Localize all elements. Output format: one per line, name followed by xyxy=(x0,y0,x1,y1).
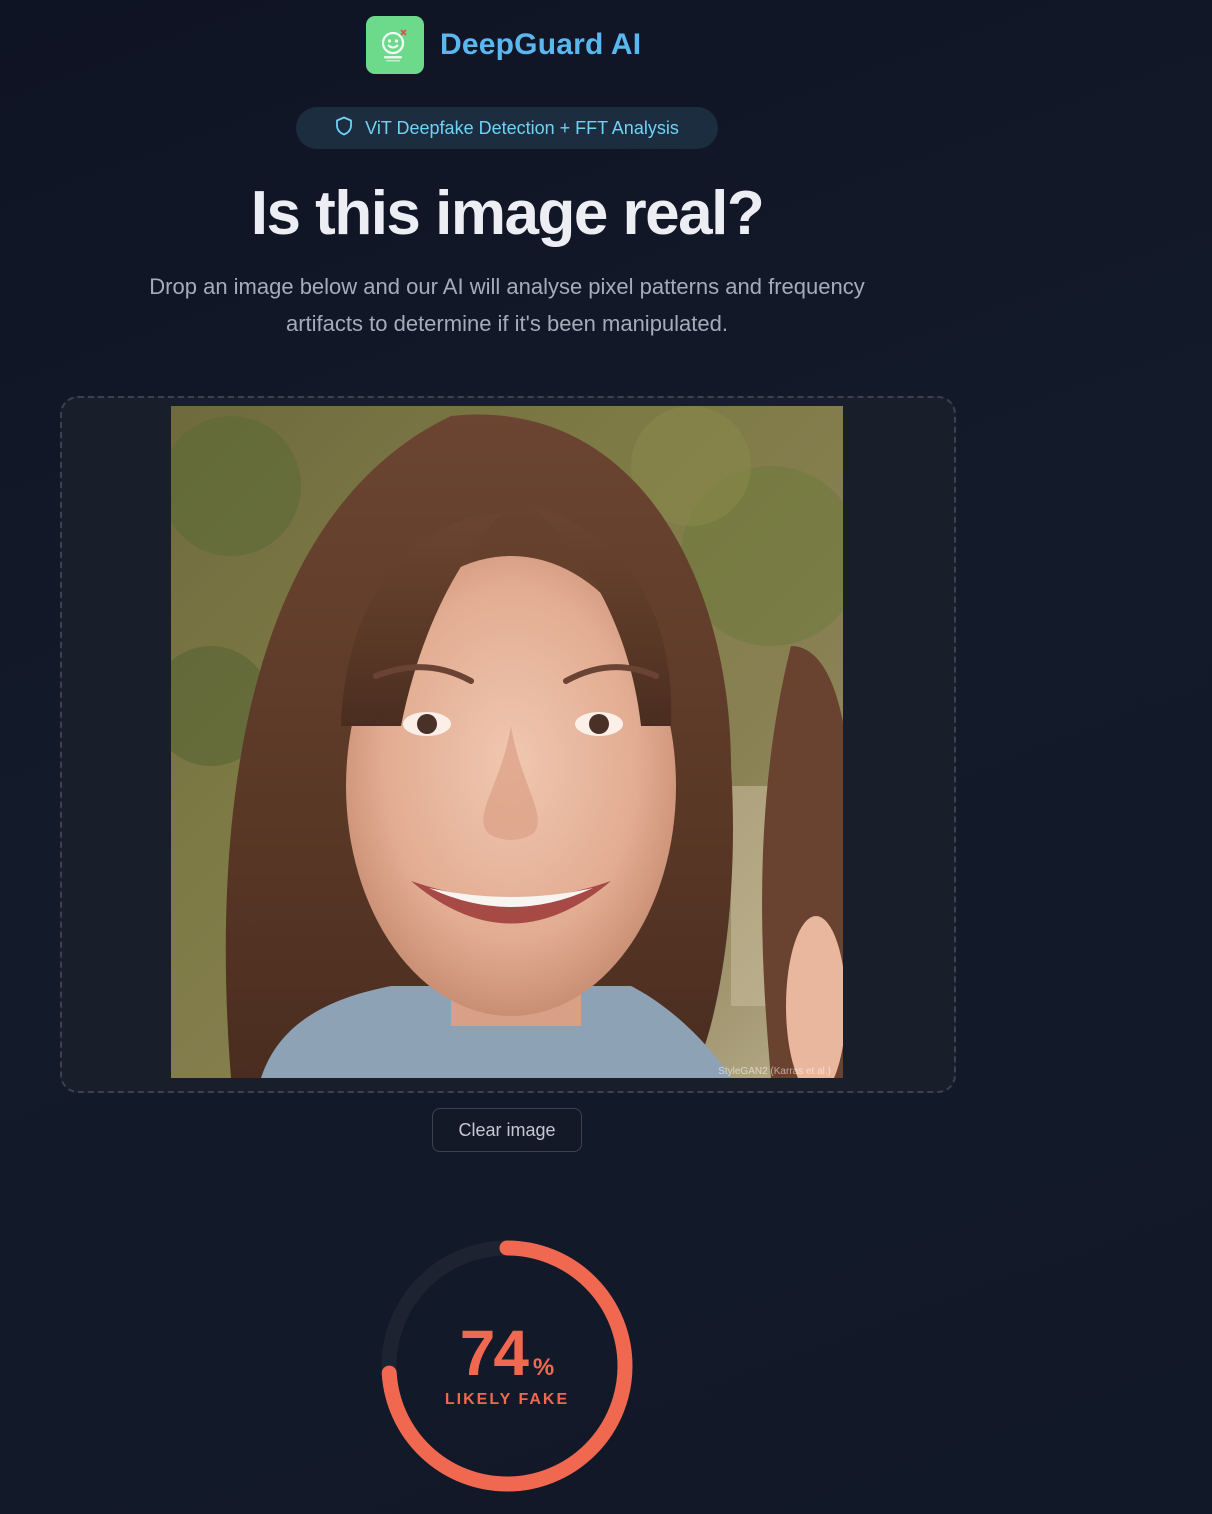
shield-icon xyxy=(335,116,353,141)
brand-name: DeepGuard AI xyxy=(440,28,642,61)
verdict-label: LIKELY FAKE xyxy=(444,1391,570,1408)
uploaded-image: StyleGAN2 (Karras et al.) xyxy=(171,406,843,1078)
face-scan-icon xyxy=(366,16,424,74)
fake-score-number: 74 xyxy=(459,1317,529,1389)
fake-score: 74% xyxy=(377,1316,637,1390)
page-title: Is this image real? xyxy=(250,179,765,248)
fake-score-unit: % xyxy=(532,1354,555,1381)
image-watermark: StyleGAN2 (Karras et al.) xyxy=(718,1066,831,1077)
model-badge: ViT Deepfake Detection + FFT Analysis xyxy=(296,107,718,149)
clear-image-button[interactable]: Clear image xyxy=(432,1108,582,1152)
app-header: DeepGuard AI xyxy=(366,16,641,74)
model-badge-label: ViT Deepfake Detection + FFT Analysis xyxy=(365,117,679,138)
page-subtitle: Drop an image below and our AI will anal… xyxy=(149,274,865,336)
